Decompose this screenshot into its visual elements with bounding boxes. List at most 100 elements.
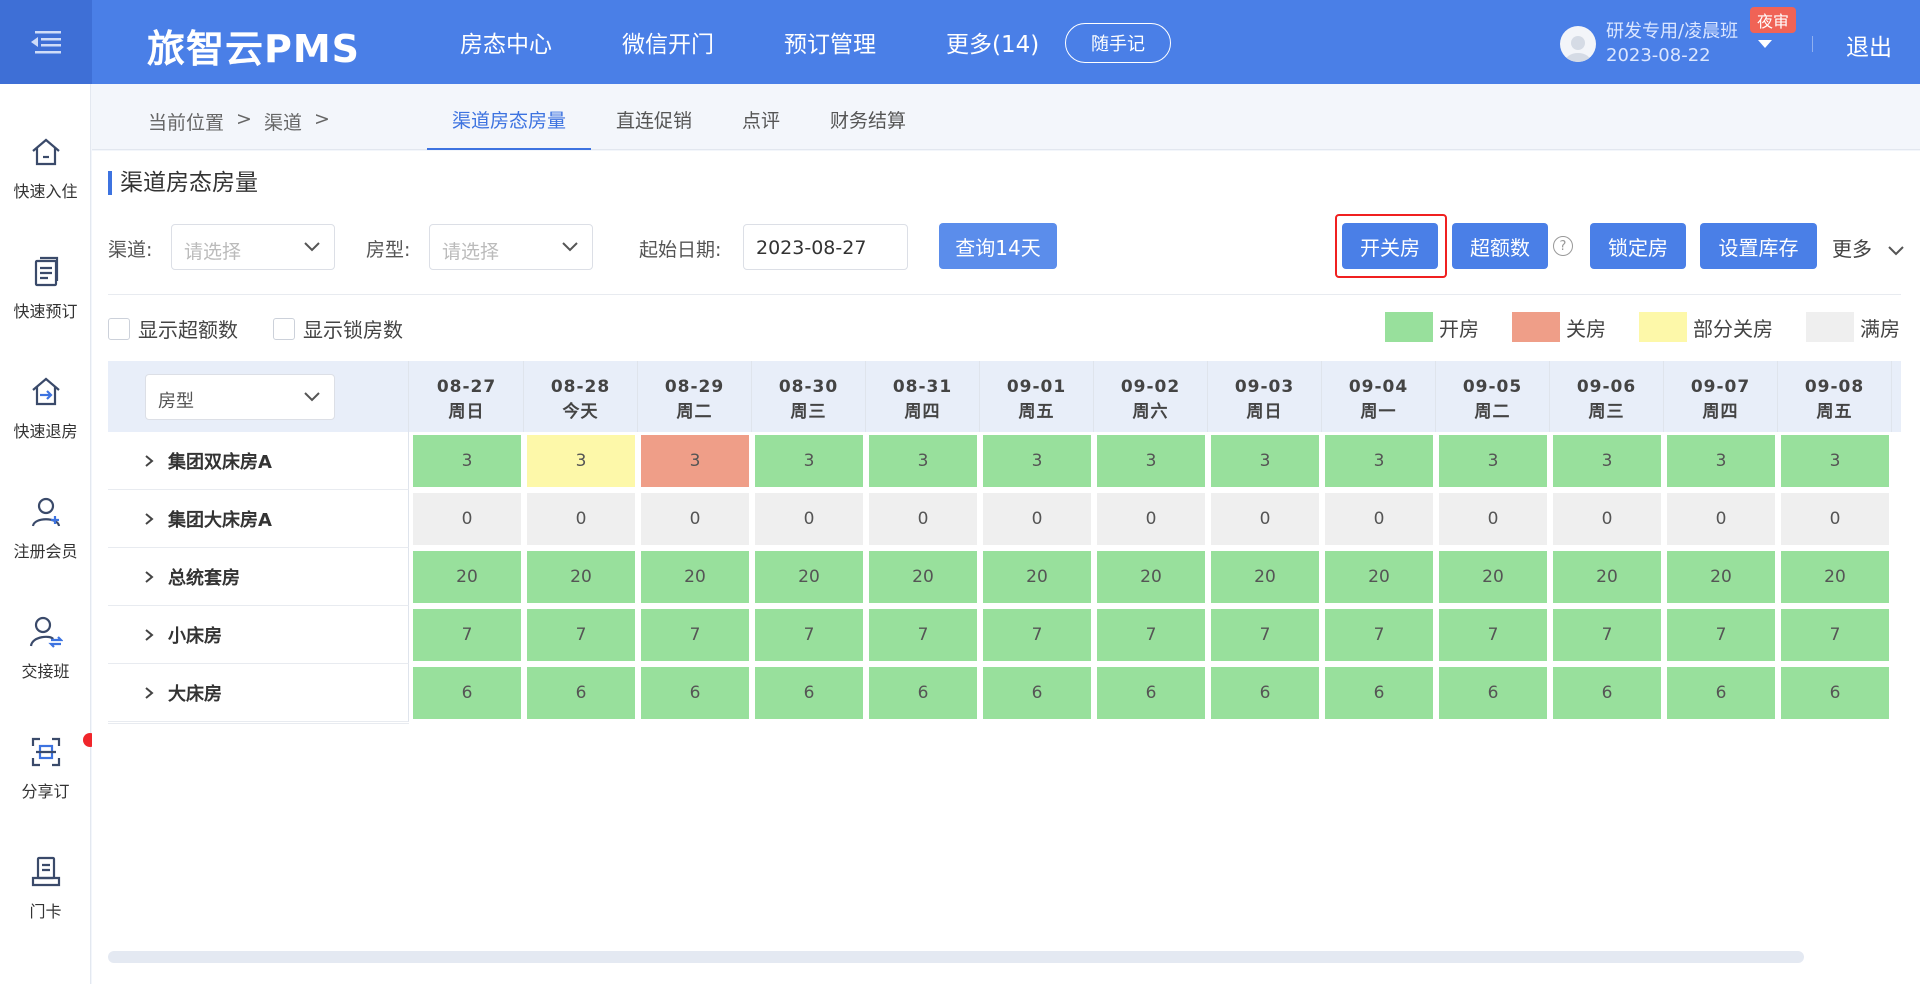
room-availability-cell[interactable]: 3: [1553, 435, 1661, 487]
room-availability-cell[interactable]: 0: [1667, 493, 1775, 545]
room-availability-cell[interactable]: 3: [869, 435, 977, 487]
channel-select[interactable]: 请选择: [171, 224, 335, 270]
chevron-right-icon[interactable]: [144, 454, 168, 468]
room-availability-cell[interactable]: 7: [413, 609, 521, 661]
lock-room-button[interactable]: 锁定房: [1590, 223, 1686, 269]
sidebar-item-quick-checkin[interactable]: 快速入住: [0, 132, 91, 222]
chevron-right-icon[interactable]: [144, 686, 168, 700]
sidebar-item-share-booking[interactable]: 分享订: [0, 732, 97, 822]
sidebar-item-door-card[interactable]: 门卡: [0, 852, 91, 942]
nav-room-status[interactable]: 房态中心: [460, 25, 587, 59]
room-availability-cell[interactable]: 0: [413, 493, 521, 545]
room-availability-cell[interactable]: 6: [1781, 667, 1889, 719]
room-availability-cell[interactable]: 7: [1325, 609, 1433, 661]
sidebar-item-quick-booking[interactable]: 快速预订: [0, 252, 91, 342]
chevron-right-icon[interactable]: [144, 570, 168, 584]
room-availability-cell[interactable]: 6: [413, 667, 521, 719]
room-availability-cell[interactable]: 6: [1439, 667, 1547, 719]
nav-booking[interactable]: 预订管理: [784, 25, 911, 59]
room-availability-cell[interactable]: 0: [755, 493, 863, 545]
room-availability-cell[interactable]: 20: [1097, 551, 1205, 603]
room-availability-cell[interactable]: 20: [1325, 551, 1433, 603]
room-availability-cell[interactable]: 0: [527, 493, 635, 545]
room-availability-cell[interactable]: 7: [641, 609, 749, 661]
room-availability-cell[interactable]: 0: [641, 493, 749, 545]
toggle-room-button[interactable]: 开关房: [1342, 223, 1438, 269]
nav-more[interactable]: 更多(14): [946, 25, 1074, 59]
show-locked-checkbox[interactable]: 显示锁房数: [273, 314, 403, 343]
room-availability-cell[interactable]: 7: [755, 609, 863, 661]
horizontal-scrollbar[interactable]: [108, 951, 1804, 963]
room-availability-cell[interactable]: 0: [1097, 493, 1205, 545]
tab-channel-room-status[interactable]: 渠道房态房量: [427, 84, 592, 150]
tab-reviews[interactable]: 点评: [717, 84, 805, 150]
room-availability-cell[interactable]: 6: [755, 667, 863, 719]
room-availability-cell[interactable]: 0: [1439, 493, 1547, 545]
user-menu[interactable]: 研发专用/凌晨班 2023-08-22: [1560, 20, 1738, 68]
room-availability-cell[interactable]: 0: [1553, 493, 1661, 545]
room-availability-cell[interactable]: 20: [1439, 551, 1547, 603]
quick-notes-button[interactable]: 随手记: [1065, 23, 1171, 63]
room-type-row[interactable]: 总统套房: [108, 548, 409, 606]
room-type-row[interactable]: 集团大床房A: [108, 490, 409, 548]
room-type-row[interactable]: 大床房: [108, 664, 409, 722]
room-availability-cell[interactable]: 7: [869, 609, 977, 661]
roomtype-select[interactable]: 请选择: [429, 224, 593, 270]
room-availability-cell[interactable]: 7: [1439, 609, 1547, 661]
room-availability-cell[interactable]: 0: [1211, 493, 1319, 545]
tab-finance-settlement[interactable]: 财务结算: [805, 84, 931, 150]
room-availability-cell[interactable]: 3: [1781, 435, 1889, 487]
room-availability-cell[interactable]: 7: [527, 609, 635, 661]
room-availability-cell[interactable]: 20: [983, 551, 1091, 603]
room-availability-cell[interactable]: 0: [1325, 493, 1433, 545]
room-availability-cell[interactable]: 20: [527, 551, 635, 603]
room-availability-cell[interactable]: 20: [755, 551, 863, 603]
room-availability-cell[interactable]: 3: [1211, 435, 1319, 487]
room-availability-cell[interactable]: 6: [1211, 667, 1319, 719]
room-type-row[interactable]: 小床房: [108, 606, 409, 664]
room-availability-cell[interactable]: 3: [527, 435, 635, 487]
room-availability-cell[interactable]: 3: [755, 435, 863, 487]
nav-wechat-door[interactable]: 微信开门: [622, 25, 749, 59]
room-availability-cell[interactable]: 7: [1553, 609, 1661, 661]
breadcrumb-channel[interactable]: 渠道: [264, 108, 302, 135]
overbook-button[interactable]: 超额数: [1452, 223, 1548, 269]
room-availability-cell[interactable]: 20: [1553, 551, 1661, 603]
room-availability-cell[interactable]: 20: [413, 551, 521, 603]
room-availability-cell[interactable]: 7: [1097, 609, 1205, 661]
query-14-days-button[interactable]: 查询14天: [939, 223, 1057, 269]
room-availability-cell[interactable]: 6: [1325, 667, 1433, 719]
room-availability-cell[interactable]: 7: [1667, 609, 1775, 661]
room-availability-cell[interactable]: 7: [1781, 609, 1889, 661]
start-date-input[interactable]: 2023-08-27: [743, 224, 908, 270]
room-availability-cell[interactable]: 0: [1781, 493, 1889, 545]
room-availability-cell[interactable]: 6: [641, 667, 749, 719]
room-availability-cell[interactable]: 20: [1211, 551, 1319, 603]
room-availability-cell[interactable]: 3: [1097, 435, 1205, 487]
room-availability-cell[interactable]: 6: [983, 667, 1091, 719]
room-availability-cell[interactable]: 6: [1553, 667, 1661, 719]
sidebar-item-quick-checkout[interactable]: 快速退房: [0, 372, 91, 462]
room-availability-cell[interactable]: 6: [869, 667, 977, 719]
room-availability-cell[interactable]: 3: [641, 435, 749, 487]
room-availability-cell[interactable]: 7: [983, 609, 1091, 661]
room-availability-cell[interactable]: 3: [1439, 435, 1547, 487]
more-dropdown[interactable]: 更多: [1832, 233, 1905, 262]
grid-roomtype-select[interactable]: 房型: [145, 374, 335, 420]
room-availability-cell[interactable]: 20: [641, 551, 749, 603]
chevron-right-icon[interactable]: [144, 512, 168, 526]
menu-toggle-button[interactable]: [0, 0, 92, 84]
tab-direct-promotion[interactable]: 直连促销: [591, 84, 717, 150]
room-availability-cell[interactable]: 6: [1097, 667, 1205, 719]
room-availability-cell[interactable]: 3: [1667, 435, 1775, 487]
room-availability-cell[interactable]: 20: [1667, 551, 1775, 603]
room-availability-cell[interactable]: 6: [527, 667, 635, 719]
show-overbook-checkbox[interactable]: 显示超额数: [108, 314, 238, 343]
help-icon[interactable]: ?: [1553, 236, 1573, 256]
logout-button[interactable]: 退出: [1846, 28, 1892, 62]
room-availability-cell[interactable]: 6: [1667, 667, 1775, 719]
sidebar-item-shift-handover[interactable]: 交接班: [0, 612, 91, 702]
room-availability-cell[interactable]: 7: [1211, 609, 1319, 661]
room-availability-cell[interactable]: 3: [413, 435, 521, 487]
set-inventory-button[interactable]: 设置库存: [1700, 223, 1817, 269]
